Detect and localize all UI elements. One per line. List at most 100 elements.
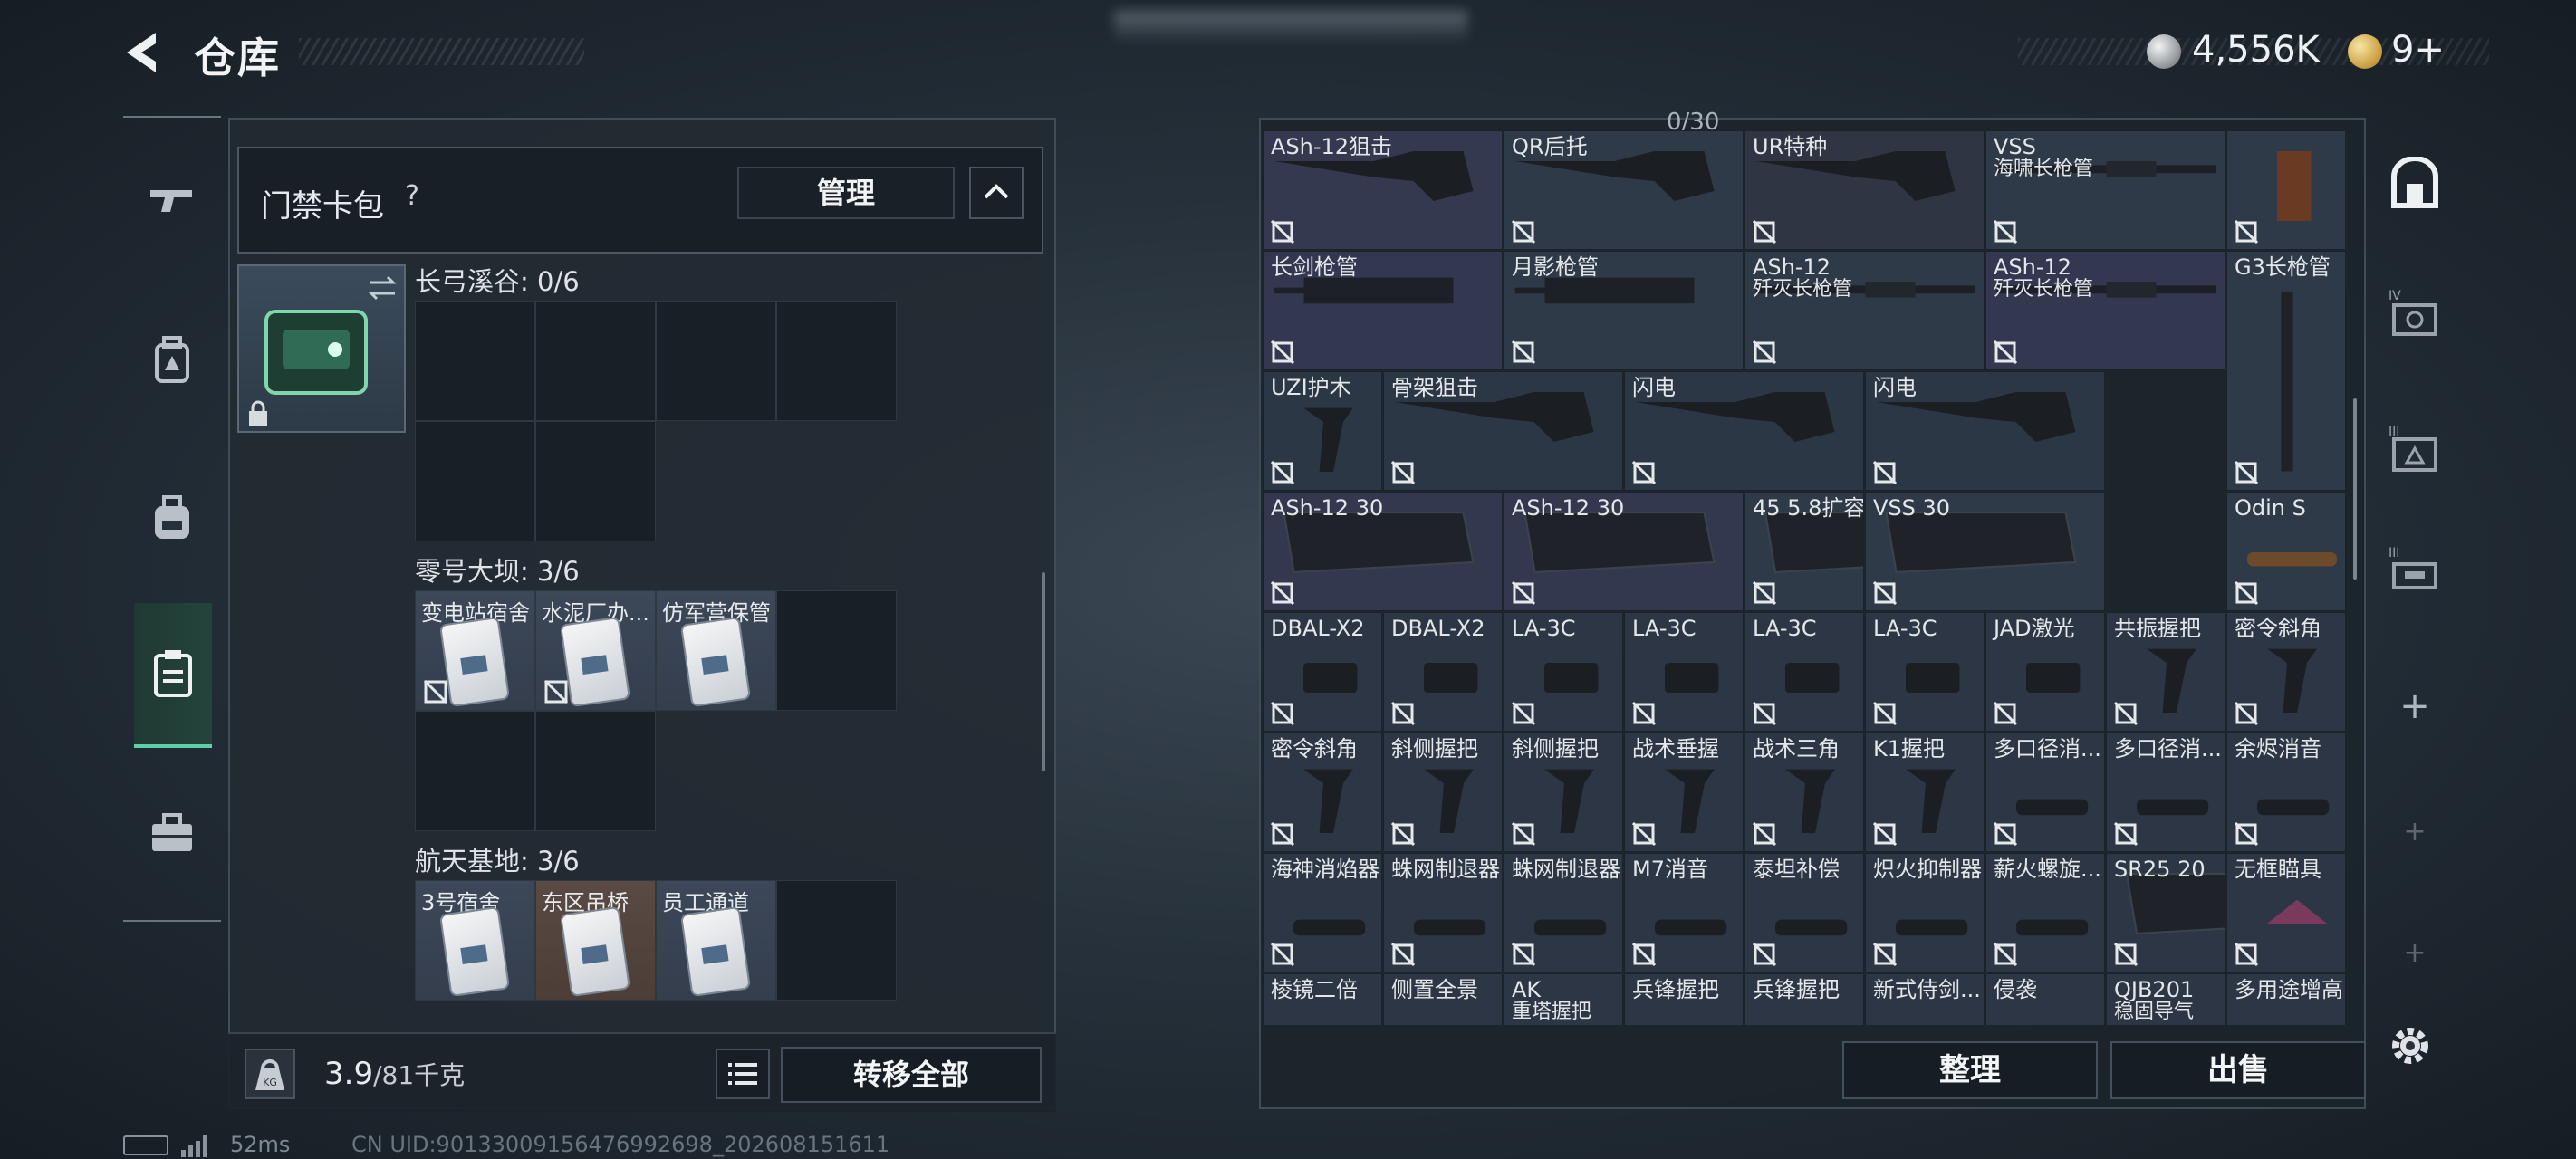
storage-item[interactable]: 兵锋握把 bbox=[1624, 973, 1744, 1025]
back-arrow-icon[interactable] bbox=[120, 27, 170, 78]
item-name: 蛛网制退器 bbox=[1391, 857, 1500, 882]
storage-item[interactable]: 密令斜角 bbox=[1263, 733, 1382, 852]
storage-item[interactable]: QJB201 稳固导气 bbox=[2106, 973, 2225, 1025]
storage-item[interactable] bbox=[2226, 130, 2346, 250]
storage-item[interactable]: JAD激光 bbox=[1985, 612, 2105, 732]
storage-item[interactable]: SR25 20 bbox=[2106, 853, 2225, 972]
plus-icon[interactable]: + bbox=[2380, 795, 2449, 867]
keycard-pack-thumbnail[interactable] bbox=[237, 264, 406, 433]
storage-item[interactable]: 闪电 bbox=[1624, 371, 1864, 491]
rail-item-armor[interactable] bbox=[134, 322, 210, 398]
storage-item[interactable]: 海神消焰器 bbox=[1263, 853, 1382, 972]
collapse-button[interactable] bbox=[969, 167, 1024, 219]
card-slot[interactable] bbox=[535, 301, 656, 421]
storage-item[interactable]: ASh-12 歼灭长枪管 bbox=[1985, 251, 2225, 370]
plus-icon[interactable]: + bbox=[2380, 670, 2449, 742]
storage-item[interactable]: 战术三角 bbox=[1745, 733, 1864, 852]
sort-button[interactable]: 整理 bbox=[1842, 1041, 2098, 1099]
storage-item[interactable]: LA-3C bbox=[1865, 612, 1985, 732]
storage-item[interactable]: ASh-12 30 bbox=[1263, 492, 1503, 611]
swap-icon[interactable] bbox=[366, 272, 399, 304]
sell-button[interactable]: 出售 bbox=[2110, 1041, 2366, 1099]
side-tab-tier3-box[interactable]: III bbox=[2380, 534, 2449, 607]
card-slot[interactable] bbox=[656, 301, 776, 421]
storage-item[interactable]: AK 重塔握把 bbox=[1504, 973, 1623, 1025]
storage-item[interactable]: G3长枪管 bbox=[2226, 251, 2346, 491]
card-slot[interactable] bbox=[776, 301, 897, 421]
left-scrollbar[interactable] bbox=[1042, 572, 1045, 771]
storage-item[interactable]: DBAL-X2 bbox=[1263, 612, 1382, 732]
storage-item[interactable]: 炽火抑制器 bbox=[1865, 853, 1985, 972]
keycard-slot[interactable]: 变电站宿舍 bbox=[415, 590, 535, 711]
storage-item[interactable]: 长剑枪管 bbox=[1263, 251, 1503, 370]
side-tab-tier4[interactable]: IV bbox=[2380, 277, 2449, 350]
storage-item[interactable]: 兵锋握把 bbox=[1745, 973, 1864, 1025]
keycard-slot[interactable]: 仿军营保管 bbox=[656, 590, 776, 711]
section-label-space-base: 航天基地: 3/6 bbox=[415, 846, 580, 876]
storage-item[interactable]: 多口径消... bbox=[2106, 733, 2225, 852]
storage-item[interactable]: 余烬消音 bbox=[2226, 733, 2346, 852]
storage-item[interactable]: ASh-12 30 bbox=[1504, 492, 1744, 611]
storage-item[interactable]: 45 5.8扩容 bbox=[1745, 492, 1864, 611]
storage-item[interactable]: 斜侧握把 bbox=[1383, 733, 1503, 852]
storage-item[interactable]: 斜侧握把 bbox=[1504, 733, 1623, 852]
storage-item[interactable]: ASh-12狙击 bbox=[1263, 130, 1503, 250]
storage-item[interactable]: DBAL-X2 bbox=[1383, 612, 1503, 732]
storage-item[interactable]: 共振握把 bbox=[2106, 612, 2225, 732]
card-slot[interactable] bbox=[415, 421, 535, 541]
rail-item-toolbox[interactable] bbox=[134, 795, 210, 871]
card-slot[interactable] bbox=[415, 301, 535, 421]
storage-item[interactable]: 密令斜角 bbox=[2226, 612, 2346, 732]
backpack-icon bbox=[155, 495, 189, 539]
storage-item[interactable]: 蛛网制退器 bbox=[1383, 853, 1503, 972]
storage-item[interactable]: 蛛网制退器 bbox=[1504, 853, 1623, 972]
list-view-button[interactable] bbox=[716, 1049, 770, 1099]
storage-item[interactable]: UR特种 bbox=[1745, 130, 1985, 250]
storage-item[interactable]: 多用途增高 bbox=[2226, 973, 2346, 1025]
keycard-slot[interactable]: 水泥厂办... bbox=[535, 590, 656, 711]
storage-item[interactable]: 新式侍剑... bbox=[1865, 973, 1985, 1025]
storage-item[interactable]: Odin S bbox=[2226, 492, 2346, 611]
manage-button[interactable]: 管理 bbox=[737, 167, 955, 219]
rail-item-weapons[interactable] bbox=[134, 161, 210, 237]
storage-item[interactable]: QR后托 bbox=[1504, 130, 1744, 250]
settings-gear-icon[interactable] bbox=[2384, 1020, 2437, 1072]
card-slot[interactable] bbox=[415, 711, 535, 831]
storage-item[interactable]: K1握把 bbox=[1865, 733, 1985, 852]
storage-item[interactable]: 泰坦补偿 bbox=[1745, 853, 1864, 972]
storage-item[interactable]: 薪火螺旋... bbox=[1985, 853, 2105, 972]
storage-item[interactable]: 侵袭 bbox=[1985, 973, 2105, 1025]
storage-scrollbar[interactable] bbox=[2353, 398, 2357, 580]
storage-item[interactable]: LA-3C bbox=[1504, 612, 1623, 732]
storage-item[interactable]: VSS 海啸长枪管 bbox=[1985, 130, 2225, 250]
storage-item[interactable]: M7消音 bbox=[1624, 853, 1744, 972]
plus-icon[interactable]: + bbox=[2380, 916, 2449, 989]
storage-item[interactable]: 棱镜二倍 bbox=[1263, 973, 1382, 1025]
storage-item[interactable]: 侧置全景 bbox=[1383, 973, 1503, 1025]
keycard-slot[interactable]: 员工通道 bbox=[656, 880, 776, 1001]
storage-item[interactable]: 多口径消... bbox=[1985, 733, 2105, 852]
storage-item[interactable]: 战术垂握 bbox=[1624, 733, 1744, 852]
help-icon[interactable]: ? bbox=[391, 176, 433, 217]
card-slot[interactable] bbox=[776, 590, 897, 711]
storage-item[interactable]: 骨架狙击 bbox=[1383, 371, 1623, 491]
storage-item[interactable]: LA-3C bbox=[1745, 612, 1864, 732]
storage-item[interactable]: 月影枪管 bbox=[1504, 251, 1744, 370]
storage-item[interactable]: 无框瞄具 bbox=[2226, 853, 2346, 972]
side-tab-tier3-case[interactable]: III bbox=[2380, 413, 2449, 485]
rail-item-keycard-case[interactable] bbox=[134, 603, 212, 748]
storage-item[interactable]: VSS 30 bbox=[1865, 492, 2105, 611]
card-slot[interactable] bbox=[535, 421, 656, 541]
transfer-all-button[interactable]: 转移全部 bbox=[781, 1047, 1042, 1103]
rail-item-backpack[interactable] bbox=[134, 480, 210, 556]
storage-item[interactable]: UZI护木 bbox=[1263, 371, 1382, 491]
storage-item[interactable]: LA-3C bbox=[1624, 612, 1744, 732]
card-slot[interactable] bbox=[776, 880, 897, 1001]
storage-item[interactable]: 闪电 bbox=[1865, 371, 2105, 491]
storage-item[interactable]: ASh-12 歼灭长枪管 bbox=[1745, 251, 1985, 370]
gold-coin-amount[interactable]: 9+ bbox=[2391, 29, 2445, 71]
side-tab-safe[interactable] bbox=[2380, 148, 2449, 221]
keycard-slot[interactable]: 东区吊桥 bbox=[535, 880, 656, 1001]
card-slot[interactable] bbox=[535, 711, 656, 831]
keycard-slot[interactable]: 3号宿舍 bbox=[415, 880, 535, 1001]
